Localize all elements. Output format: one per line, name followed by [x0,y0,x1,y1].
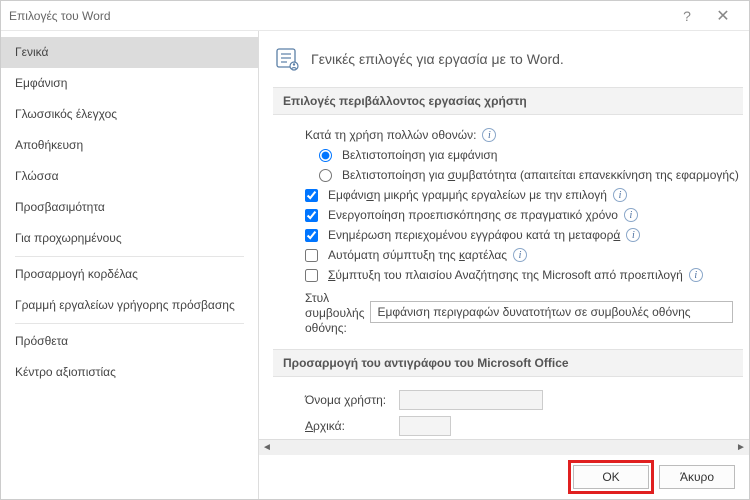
info-icon[interactable]: i [513,248,527,262]
radio-optimize-compat-label: Βελτιστοποίηση για συμβατότητα (απαιτείτ… [342,168,739,182]
page-title: Γενικές επιλογές για εργασία με το Word. [311,51,564,67]
options-icon [273,45,301,73]
group-office-copy: Όνομα χρήστη: Αρχικά: Να χρησιμοποιούντα… [273,387,749,439]
dialog-body: Γενικά Εμφάνιση Γλωσσικός έλεγχος Αποθήκ… [1,31,749,499]
check-update-drag-label: Ενημέρωση περιεχομένου εγγράφου κατά τη … [328,228,620,242]
check-update-drag[interactable] [305,229,318,242]
check-collapse-search-label: Σύμπτυξη του πλαισίου Αναζήτησης της Mic… [328,268,683,282]
sidebar-item-display[interactable]: Εμφάνιση [1,68,258,99]
check-mini-toolbar-label: Εμφάνιση μικρής γραμμής εργαλείων με την… [328,188,607,202]
multi-monitor-label: Κατά τη χρήση πολλών οθονών: [305,128,476,142]
radio-optimize-display-row: Βελτιστοποίηση για εμφάνιση [283,145,739,165]
sidebar-item-language[interactable]: Γλώσσα [1,161,258,192]
sidebar-item-save[interactable]: Αποθήκευση [1,130,258,161]
sidebar-item-ribbon[interactable]: Προσαρμογή κορδέλας [1,259,258,290]
check-collapse-search[interactable] [305,269,318,282]
page-header: Γενικές επιλογές για εργασία με το Word. [273,45,749,87]
username-input[interactable] [399,390,543,410]
check-mini-toolbar[interactable] [305,189,318,202]
username-row: Όνομα χρήστη: [283,387,739,413]
sidebar-separator [15,323,244,324]
help-button[interactable]: ? [669,8,705,24]
sidebar-item-addins[interactable]: Πρόσθετα [1,326,258,357]
radio-optimize-display[interactable] [319,149,332,162]
radio-optimize-display-label: Βελτιστοποίηση για εμφάνιση [342,148,497,162]
sidebar-item-general[interactable]: Γενικά [1,37,258,68]
styletip-label: Στυλ συμβουλής οθόνης: [305,291,364,336]
info-icon[interactable]: i [624,208,638,222]
cancel-button[interactable]: Άκυρο [659,465,735,489]
sidebar-item-accessibility[interactable]: Προσβασιμότητα [1,192,258,223]
styletip-select[interactable]: Εμφάνιση περιγραφών δυνατοτήτων σε συμβο… [370,301,733,323]
info-icon[interactable]: i [689,268,703,282]
check-live-preview-label: Ενεργοποίηση προεπισκόπησης σε πραγματικ… [328,208,618,222]
info-icon[interactable]: i [626,228,640,242]
check-collapse-search-row: Σύμπτυξη του πλαισίου Αναζήτησης της Mic… [283,265,739,285]
sidebar-item-quickaccess[interactable]: Γραμμή εργαλείων γρήγορης πρόσβασης [1,290,258,321]
close-button[interactable]: ✕ [705,6,741,26]
check-collapse-ribbon-label: Αυτόματη σύμπτυξη της καρτέλας [328,248,507,262]
options-dialog: Επιλογές του Word ? ✕ Γενικά Εμφάνιση Γλ… [0,0,750,500]
check-update-drag-row: Ενημέρωση περιεχομένου εγγράφου κατά τη … [283,225,739,245]
window-title: Επιλογές του Word [9,9,669,23]
sidebar-separator [15,256,244,257]
section-office-copy: Προσαρμογή του αντιγράφου του Microsoft … [273,349,743,377]
radio-optimize-compat[interactable] [319,169,332,182]
main-scroll[interactable]: Γενικές επιλογές για εργασία με το Word.… [259,31,749,439]
group-ui-options: Κατά τη χρήση πολλών οθονών: i Βελτιστοπ… [273,125,749,349]
ok-button[interactable]: OK [573,465,649,489]
multi-monitor-label-row: Κατά τη χρήση πολλών οθονών: i [283,125,739,145]
dialog-footer: OK Άκυρο [259,455,749,499]
username-label: Όνομα χρήστη: [305,393,393,407]
initials-row: Αρχικά: [283,413,739,439]
radio-optimize-compat-row: Βελτιστοποίηση για συμβατότητα (απαιτείτ… [283,165,739,185]
check-live-preview-row: Ενεργοποίηση προεπισκόπησης σε πραγματικ… [283,205,739,225]
check-mini-toolbar-row: Εμφάνιση μικρής γραμμής εργαλείων με την… [283,185,739,205]
initials-label: Αρχικά: [305,419,393,433]
info-icon[interactable]: i [613,188,627,202]
initials-input[interactable] [399,416,451,436]
titlebar: Επιλογές του Word ? ✕ [1,1,749,31]
horizontal-scrollbar[interactable]: ◄ ► [259,439,749,455]
check-live-preview[interactable] [305,209,318,222]
sidebar-item-proofing[interactable]: Γλωσσικός έλεγχος [1,99,258,130]
info-icon[interactable]: i [482,128,496,142]
check-collapse-ribbon[interactable] [305,249,318,262]
scroll-left-arrow[interactable]: ◄ [259,442,275,453]
sidebar-item-trustcenter[interactable]: Κέντρο αξιοπιστίας [1,357,258,388]
check-collapse-ribbon-row: Αυτόματη σύμπτυξη της καρτέλας i [283,245,739,265]
styletip-row: Στυλ συμβουλής οθόνης: Εμφάνιση περιγραφ… [283,285,739,339]
scroll-right-arrow[interactable]: ► [733,442,749,453]
sidebar-item-advanced[interactable]: Για προχωρημένους [1,223,258,254]
section-ui-options: Επιλογές περιβάλλοντος εργασίας χρήστη [273,87,743,115]
main-panel: Γενικές επιλογές για εργασία με το Word.… [259,31,749,499]
sidebar: Γενικά Εμφάνιση Γλωσσικός έλεγχος Αποθήκ… [1,31,259,499]
